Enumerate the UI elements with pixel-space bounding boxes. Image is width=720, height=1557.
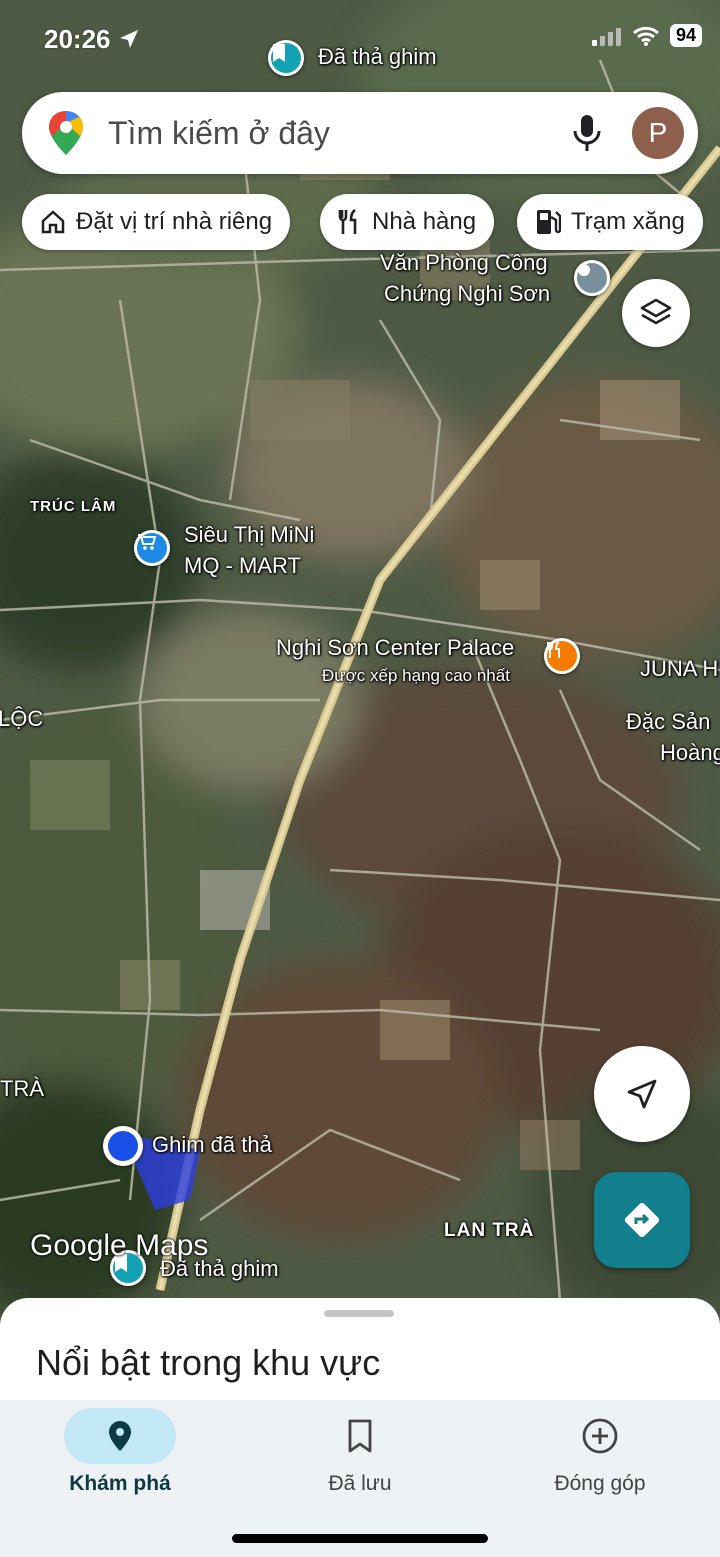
area-label: TRÚC LÂM <box>30 498 117 515</box>
chip-label: Đặt vị trí nhà riêng <box>76 208 273 235</box>
search-bar[interactable]: Tìm kiếm ở đây P <box>22 92 698 174</box>
nav-icon-wrap <box>304 1408 416 1464</box>
nav-label: Đóng góp <box>554 1472 646 1495</box>
directions-icon <box>624 1202 660 1238</box>
nav-label: Khám phá <box>69 1472 171 1495</box>
wifi-icon <box>632 26 659 46</box>
nav-contribute[interactable]: Đóng góp <box>480 1400 720 1557</box>
area-label: TRÀ <box>0 1076 44 1101</box>
map-label[interactable]: JUNA H <box>640 656 718 682</box>
my-location-button[interactable] <box>594 1046 690 1142</box>
restaurant-icon <box>338 208 357 234</box>
bookmark-icon <box>348 1419 372 1453</box>
area-label: LỘC <box>0 706 44 731</box>
signal-icon <box>591 27 621 46</box>
map-label[interactable]: Văn Phòng Công <box>380 250 548 276</box>
restaurant-pin-icon[interactable] <box>544 638 580 674</box>
nav-explore[interactable]: Khám phá <box>0 1400 240 1557</box>
location-arrow-icon <box>119 30 138 48</box>
nav-icon-wrap <box>544 1408 656 1464</box>
sheet-title: Nổi bật trong khu vực <box>36 1342 381 1383</box>
microphone-icon[interactable] <box>572 113 602 153</box>
layers-button[interactable] <box>622 279 690 347</box>
shopping-pin-icon[interactable] <box>134 530 170 566</box>
clock: 20:26 <box>44 24 111 54</box>
status-time: 20:26 <box>44 24 140 55</box>
saved-pin-icon[interactable] <box>268 40 304 76</box>
nav-label: Đã lưu <box>328 1472 392 1495</box>
map-label[interactable]: Đã thả ghim <box>318 44 437 70</box>
map-label[interactable]: Ghim đã thả <box>152 1132 272 1158</box>
map-label[interactable]: Chứng Nghi Sơn <box>384 281 550 307</box>
chip-set-home[interactable]: Đặt vị trí nhà riêng <box>22 194 291 250</box>
map-label[interactable]: MQ - MART <box>184 553 301 579</box>
chip-label: Nhà hàng <box>372 208 477 235</box>
avatar[interactable]: P <box>632 107 684 159</box>
navigation-arrow-icon <box>627 1079 657 1109</box>
gas-station-icon <box>537 210 561 234</box>
current-location-dot-icon[interactable] <box>103 1126 143 1166</box>
map-label[interactable]: Siêu Thị MiNi <box>184 522 314 548</box>
map-label[interactable]: Nghi Sơn Center Palace <box>276 635 514 661</box>
map-label[interactable]: Đặc Sản <box>626 709 710 735</box>
explore-pin-icon <box>109 1421 131 1451</box>
search-input[interactable]: Tìm kiếm ở đây <box>108 115 572 152</box>
home-icon <box>41 210 65 234</box>
home-indicator[interactable] <box>232 1534 488 1543</box>
chip-restaurants[interactable]: Nhà hàng <box>320 194 495 250</box>
map-label[interactable]: Hoàng <box>660 740 720 766</box>
sheet-drag-handle[interactable] <box>324 1310 394 1317</box>
directions-button[interactable] <box>594 1172 690 1268</box>
place-pin-icon[interactable] <box>574 260 610 296</box>
nav-active-indicator <box>64 1408 176 1464</box>
area-label: LAN TRÀ <box>444 1220 535 1241</box>
google-maps-watermark: Google Maps <box>30 1229 209 1262</box>
google-maps-logo-icon <box>49 111 83 155</box>
layers-icon <box>640 298 672 325</box>
status-indicators: 94 <box>591 24 702 47</box>
battery-level: 94 <box>669 24 702 47</box>
add-circle-icon <box>582 1418 618 1454</box>
map-sublabel: Được xếp hạng cao nhất <box>322 666 510 685</box>
chip-label: Trạm xăng <box>571 208 685 235</box>
chip-gas-stations[interactable]: Trạm xăng <box>517 194 703 250</box>
